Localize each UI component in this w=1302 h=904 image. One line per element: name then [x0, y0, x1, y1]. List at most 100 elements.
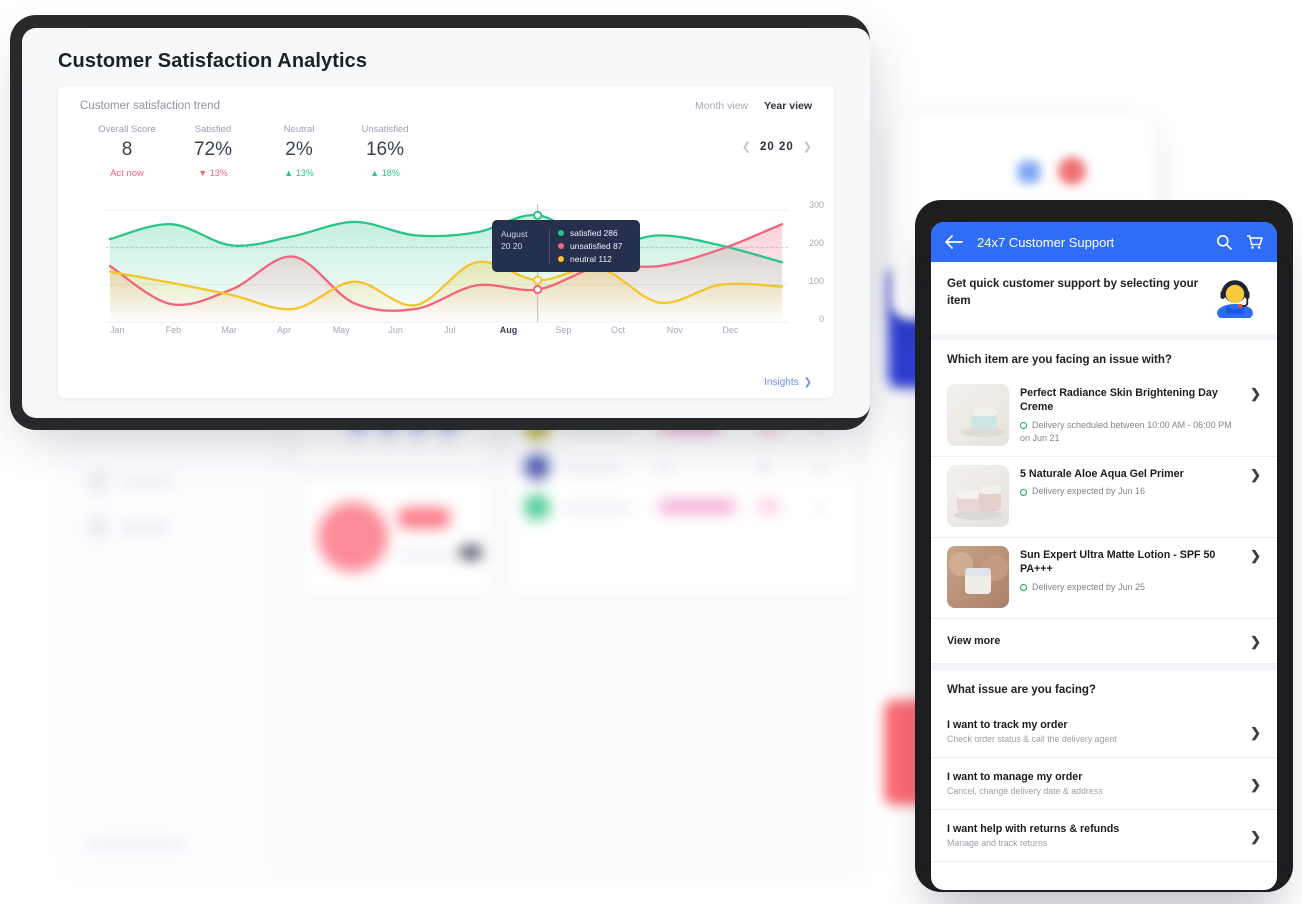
chevron-right-icon[interactable]: ❯ — [803, 140, 812, 153]
tooltip-row: unsatisfied 87 — [558, 241, 622, 251]
stat-delta: ▲ 13% — [284, 167, 314, 178]
stat-delta-value: 13% — [209, 167, 228, 178]
screenshot-root: Customer Satisfaction Analytics Customer… — [0, 0, 1302, 904]
tooltip-year: 20 20 — [501, 241, 523, 252]
product-thumbnail — [947, 546, 1009, 608]
cart-icon[interactable] — [1246, 234, 1263, 250]
x-tick: Mar — [221, 325, 237, 335]
x-tick: Sep — [555, 325, 572, 335]
product-delivery: Delivery expected by Jun 16 — [1020, 485, 1239, 499]
marker-satisfied — [533, 210, 543, 220]
stat-label: Unsatisfied — [361, 124, 409, 135]
product-delivery-text: Delivery expected by Jun 16 — [1032, 486, 1146, 497]
issue-subtitle: Cancel, change delivery date & address — [947, 786, 1103, 796]
issue-list-item[interactable]: I want to track my order Check order sta… — [931, 706, 1277, 758]
issue-subtitle: Manage and track returns — [947, 838, 1048, 848]
trend-chart: 300 200 100 0 Jan Feb Mar Apr May Jun Jul Aug Se… — [58, 200, 834, 362]
item-section-title: Which item are you facing an issue with? — [947, 354, 1172, 366]
x-tick: Nov — [666, 325, 683, 335]
view-toggle: Month view Year view — [695, 100, 812, 112]
mobile-header: 24x7 Customer Support — [931, 222, 1277, 262]
product-name: 5 Naturale Aloe Aqua Gel Primer — [1020, 468, 1184, 480]
stat-delta: ▼ 13% — [198, 167, 228, 178]
issue-title: I want to track my order — [947, 719, 1068, 731]
search-icon[interactable] — [1216, 234, 1232, 250]
tooltip-row-label: unsatisfied 87 — [570, 241, 623, 251]
chevron-right-icon[interactable]: ❯ — [1250, 723, 1261, 741]
chart-tooltip: August 20 20 satisfied 286 unsatisfied 8… — [492, 220, 640, 272]
stat-overall-score: Overall Score 8 Act now — [84, 124, 170, 179]
issue-list-item[interactable]: I want help with returns & refunds Manag… — [931, 810, 1277, 862]
stat-value: 16% — [365, 139, 405, 160]
chevron-left-icon[interactable]: ❮ — [742, 140, 751, 153]
marker-neutral — [533, 275, 543, 285]
tooltip-row-label: satisfied 286 — [570, 228, 618, 238]
stat-unsatisfied: Unsatisfied 16% ▲ 18% — [342, 124, 428, 178]
chevron-right-icon[interactable]: ❯ — [1250, 546, 1261, 564]
insights-link[interactable]: Insights ❯ — [764, 377, 812, 388]
year-navigator: ❮ 20 20 ❯ — [742, 140, 812, 154]
tooltip-row: neutral 112 — [558, 254, 622, 264]
product-list-item[interactable]: Sun Expert Ultra Matte Lotion - SPF 50 P… — [931, 538, 1277, 619]
view-more-row[interactable]: View more ❯ — [931, 619, 1277, 664]
x-tick: Jul — [444, 325, 456, 335]
chevron-right-icon[interactable]: ❯ — [1250, 775, 1261, 793]
mobile-support-panel: 24x7 Customer Support Get quick customer… — [931, 222, 1277, 890]
product-delivery: Delivery scheduled between 10:00 AM - 06… — [1020, 419, 1239, 446]
stat-alert: Act now — [110, 167, 144, 179]
green-circle-icon — [1020, 584, 1027, 591]
product-list-item[interactable]: 5 Naturale Aloe Aqua Gel Primer Delivery… — [931, 457, 1277, 538]
green-circle-icon — [1020, 488, 1027, 496]
stat-value: 8 — [121, 139, 133, 160]
satisfied-dot-icon — [558, 230, 564, 236]
product-name: Sun Expert Ultra Matte Lotion - SPF 50 P… — [1020, 549, 1216, 576]
stat-delta: ▲ 18% — [370, 167, 400, 178]
y-tick: 300 — [808, 200, 824, 210]
y-tick: 0 — [818, 314, 824, 324]
x-tick: May — [332, 325, 350, 335]
stat-label: Satisfied — [194, 124, 232, 135]
mobile-intro-text: Get quick customer support by selecting … — [947, 278, 1199, 307]
issue-list-item[interactable]: I want to manage my order Cancel, change… — [931, 758, 1277, 810]
stat-label: Neutral — [283, 124, 315, 135]
product-name: Perfect Radiance Skin Brightening Day Cr… — [1020, 387, 1218, 414]
y-tick: 100 — [808, 276, 824, 286]
issue-subtitle: Check order status & call the delivery a… — [947, 734, 1117, 744]
product-delivery-text: Delivery expected by Jun 25 — [1032, 581, 1146, 592]
back-arrow-icon[interactable] — [945, 235, 963, 249]
chart-title: Customer satisfaction trend — [80, 100, 220, 112]
product-list-item[interactable]: Perfect Radiance Skin Brightening Day Cr… — [931, 376, 1277, 457]
tab-year-view[interactable]: Year view — [764, 100, 812, 112]
chart-panel: Customer satisfaction trend Month view Y… — [58, 86, 834, 398]
x-tick: Feb — [165, 325, 182, 335]
marker-unsatisfied — [533, 284, 543, 295]
product-thumbnail — [947, 465, 1009, 527]
support-agent-icon — [1209, 276, 1261, 322]
tab-month-view[interactable]: Month view — [695, 100, 748, 112]
tooltip-row-label: neutral 112 — [570, 254, 612, 264]
chevron-right-icon: ❯ — [803, 377, 812, 388]
neutral-dot-icon — [558, 256, 564, 262]
x-tick: Oct — [611, 325, 626, 335]
stat-label: Overall Score — [98, 124, 156, 135]
mobile-title: 24x7 Customer Support — [977, 234, 1115, 250]
page-title: Customer Satisfaction Analytics — [58, 50, 368, 72]
x-axis: Jan Feb Mar Apr May Jun Jul Aug Sep Oct Nov Dec — [110, 325, 778, 335]
product-info: Perfect Radiance Skin Brightening Day Cr… — [1020, 384, 1239, 446]
chevron-right-icon[interactable]: ❯ — [1250, 632, 1261, 650]
product-delivery: Delivery expected by Jun 25 — [1020, 581, 1239, 595]
chart-panel-header: Customer satisfaction trend Month view Y… — [58, 86, 834, 112]
stat-value: 2% — [285, 139, 313, 160]
view-more-label: View more — [947, 635, 1001, 647]
tooltip-row: satisfied 286 — [558, 228, 622, 238]
tooltip-rows: satisfied 286 unsatisfied 87 neutral 112 — [558, 228, 622, 264]
stats-row: Overall Score 8 Act now Satisfied 72% ▼ … — [58, 112, 834, 179]
x-tick: Jan — [110, 325, 125, 335]
x-tick: Aug — [499, 325, 518, 335]
chevron-right-icon[interactable]: ❯ — [1250, 827, 1261, 845]
chevron-right-icon[interactable]: ❯ — [1250, 384, 1261, 402]
stat-delta-value: 18% — [381, 167, 400, 178]
chart-svg — [106, 204, 788, 323]
chevron-right-icon[interactable]: ❯ — [1250, 465, 1261, 483]
product-delivery-text: Delivery scheduled between 10:00 AM - 06… — [1020, 419, 1232, 444]
